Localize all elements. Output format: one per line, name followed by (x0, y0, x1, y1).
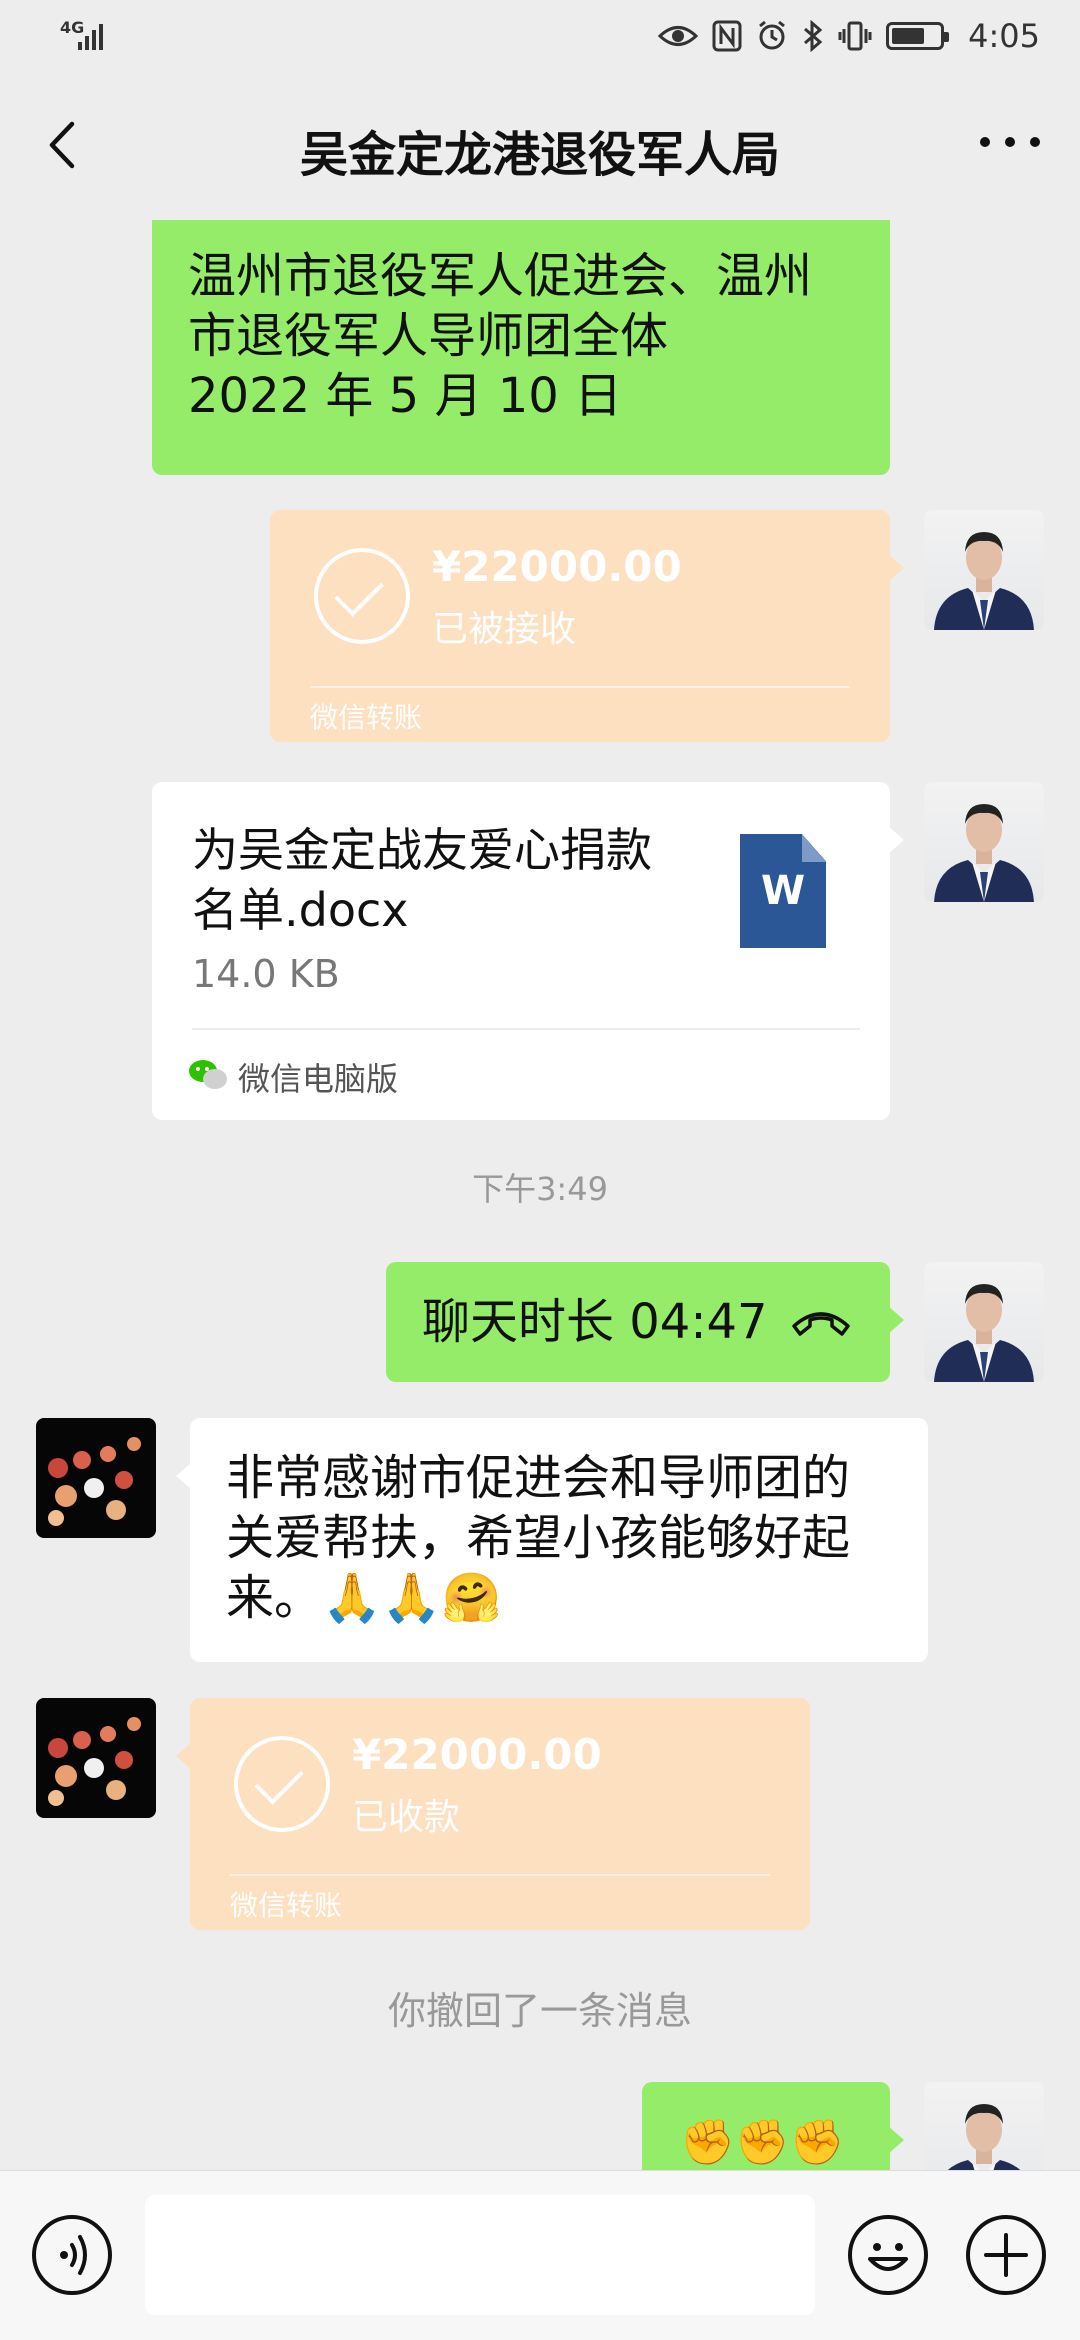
message-line: 关爱帮扶，希望小孩能够好起 (226, 1510, 851, 1566)
message-input[interactable] (145, 2195, 815, 2315)
chat-header: 吴金定龙港退役军人局 (0, 70, 1080, 220)
avatar[interactable] (36, 1418, 156, 1538)
transfer-card-received[interactable]: ¥22000.00 已收款 微信转账 (176, 1698, 810, 1930)
bluetooth-icon (804, 20, 823, 52)
transfer-amount: ¥22000.00 (432, 542, 682, 591)
message-line: 2022 年 5 月 10 日 (188, 368, 623, 424)
avatar[interactable] (924, 510, 1044, 630)
phone-hangup-icon (792, 1312, 850, 1336)
file-message[interactable]: 为吴金定战友爱心捐款 名单.docx 14.0 KB W 微信电脑版 (152, 782, 904, 1120)
call-duration: 聊天时长 04:47 (422, 1294, 768, 1350)
avatar[interactable] (924, 782, 1044, 902)
emoji-message: ✊✊✊ (680, 2117, 845, 2168)
message-bubble-sent[interactable]: ✊✊✊ (642, 2082, 904, 2170)
avatar-man-icon (934, 804, 1034, 902)
alarm-icon (759, 20, 786, 50)
transfer-status: 已被接收 (432, 609, 577, 650)
divider (192, 1028, 860, 1030)
file-name-line: 为吴金定战友爱心捐款 (192, 823, 652, 877)
word-icon-letter: W (760, 868, 806, 914)
battery-icon (886, 22, 950, 50)
avatar[interactable] (924, 1262, 1044, 1382)
eye-icon (658, 26, 699, 46)
transfer-card-sent[interactable]: ¥22000.00 已被接收 微信转账 (270, 510, 904, 742)
plus-icon (984, 2233, 1028, 2277)
file-name-line: 名单.docx (192, 883, 409, 937)
transfer-amount: ¥22000.00 (352, 1730, 602, 1779)
message-bubble-sent[interactable]: 温州市退役军人促进会、温州 市退役军人导师团全体 2022 年 5 月 10 日 (152, 220, 890, 475)
check-circle-icon (314, 548, 410, 644)
nfc-icon (712, 20, 742, 52)
more-dots-icon (980, 137, 990, 147)
call-record-bubble[interactable]: 聊天时长 04:47 (386, 1262, 904, 1382)
message-list[interactable]: 温州市退役军人促进会、温州 市退役军人导师团全体 2022 年 5 月 10 日… (0, 220, 1080, 2170)
file-name: 为吴金定战友爱心捐款 名单.docx (192, 820, 712, 940)
divider (230, 1874, 770, 1876)
avatar-man-icon (947, 2104, 1021, 2170)
file-source: 微信电脑版 (238, 1060, 399, 1098)
message-line: 来。🙏🙏🤗 (226, 1570, 502, 1626)
message-line: 市退役军人导师团全体 (188, 308, 669, 364)
clock: 4:05 (968, 17, 1040, 55)
emoji-button[interactable] (848, 2215, 928, 2295)
plus-button[interactable] (966, 2215, 1046, 2295)
avatar-man-icon (934, 1284, 1034, 1382)
avatar-man-icon (934, 532, 1034, 630)
transfer-label: 微信转账 (310, 701, 423, 734)
more-button[interactable] (980, 122, 1040, 162)
vibrate-icon (838, 21, 872, 51)
avatar-lotus-lamps-icon (48, 1437, 141, 1526)
signal-indicator: 4G (60, 18, 120, 54)
avatar-lotus-lamps-icon (48, 1717, 141, 1806)
file-size: 14.0 KB (192, 952, 340, 996)
input-bar (0, 2170, 1080, 2340)
message-line: 非常感谢市促进会和导师团的 (226, 1450, 851, 1506)
wechat-icon (189, 1060, 227, 1089)
message-bubble-received[interactable]: 非常感谢市促进会和导师团的 关爱帮扶，希望小孩能够好起 来。🙏🙏🤗 (176, 1418, 928, 1662)
check-circle-icon (234, 1736, 330, 1832)
status-bar: 4G 4:05 (0, 0, 1080, 70)
word-document-icon: W (740, 834, 826, 948)
voice-icon (60, 2235, 87, 2275)
recall-notice: 你撤回了一条消息 (387, 1989, 692, 2033)
timestamp: 下午3:49 (472, 1170, 608, 1208)
divider (310, 686, 850, 688)
transfer-status: 已收款 (352, 1797, 461, 1838)
signal-bars-icon (78, 20, 103, 50)
avatar[interactable] (924, 2082, 1044, 2170)
voice-button[interactable] (32, 2215, 112, 2295)
avatar[interactable] (36, 1698, 156, 1818)
transfer-label: 微信转账 (230, 1889, 343, 1922)
emoji-icon (868, 2243, 908, 2271)
chat-title: 吴金定龙港退役军人局 (299, 127, 780, 183)
message-line: 温州市退役军人促进会、温州 (188, 248, 813, 304)
